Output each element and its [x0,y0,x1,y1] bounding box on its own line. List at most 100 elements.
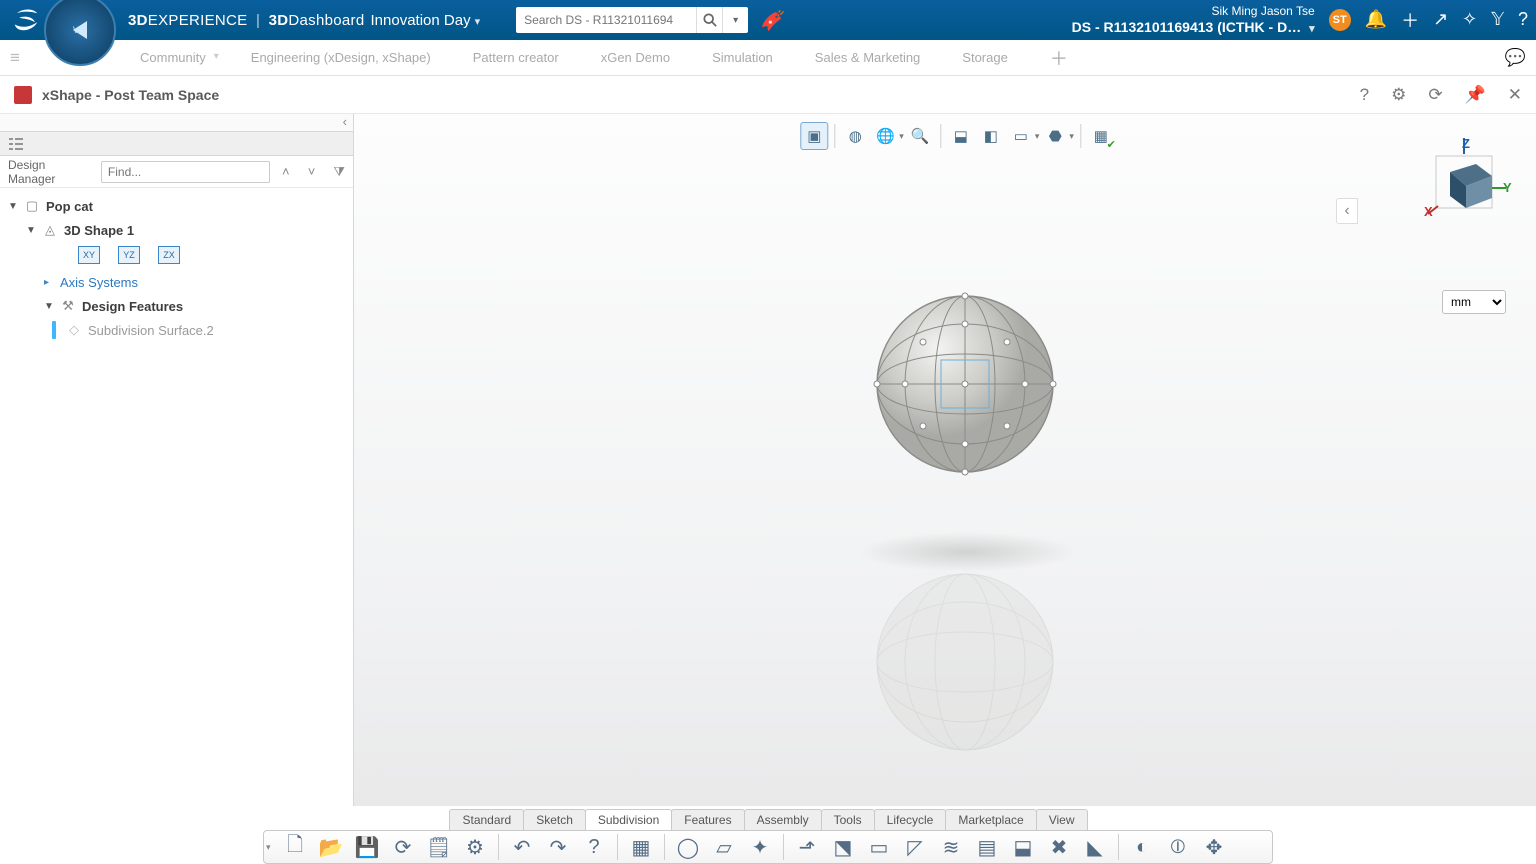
new-part-icon[interactable]: 🗋 [278,832,312,862]
bend-icon[interactable]: ⬔ [826,832,860,862]
units-dropdown[interactable]: mm [1442,290,1506,314]
tree-3dshape[interactable]: ▼ ◬ 3D Shape 1 [26,218,345,242]
panel-tree-tab-icon[interactable] [0,132,353,156]
merge-icon[interactable]: ⬓ [1006,832,1040,862]
identity-block[interactable]: Sik Ming Jason Tse DS - R1132101169413 (… [1072,4,1315,36]
widget-settings-icon[interactable]: ⚙ [1391,85,1406,105]
globe-dropdown[interactable]: ▾ [899,131,904,142]
panel-collapse-icon[interactable]: ‹ [0,114,353,132]
find-input[interactable] [101,161,270,183]
action-bar-wrap: Standard Sketch Subdivision Features Ass… [0,806,1536,864]
widget-close-icon[interactable]: ✕ [1508,85,1522,105]
fill-hole-icon[interactable]: ◣ [1078,832,1112,862]
tab-engineering[interactable]: Engineering (xDesign, xShape) [251,50,431,65]
tab-tools[interactable]: Tools [821,809,875,830]
dashboard-dropdown[interactable]: Innovation Day▾ [371,12,481,29]
right-drawer-toggle[interactable]: ‹ [1336,198,1358,224]
primitive-plane-icon[interactable]: ▱ [707,832,741,862]
plane-xy-icon[interactable]: XY [78,246,100,264]
undo-icon[interactable]: ↶ [505,832,539,862]
ds-logo-icon [8,2,44,38]
crease-icon[interactable]: ≋ [934,832,968,862]
properties-icon[interactable]: 🗒 [422,832,456,862]
help-icon[interactable]: ? [1518,9,1528,30]
avatar[interactable]: ST [1329,9,1351,31]
select-box-dropdown[interactable]: ▾ [1035,131,1040,142]
cut-icon[interactable]: ◸ [898,832,932,862]
analysis-icon[interactable]: ◐ [1125,832,1159,862]
tab-subdivision[interactable]: Subdivision [585,809,672,830]
collaborate-icon[interactable]: ✧ [1462,9,1477,30]
redo-icon[interactable]: ↷ [541,832,575,862]
widget-refresh-icon[interactable]: ⟳ [1428,85,1442,105]
find-prev-icon[interactable]: ˄ [276,164,296,179]
tab-simulation[interactable]: Simulation [712,50,773,65]
zebra-icon[interactable]: ⦶ [1161,832,1195,862]
display-mode-icon[interactable]: ⬣ [1041,122,1069,150]
tabstrip-menu-icon[interactable]: ≡ [10,48,20,68]
zoom-area-icon[interactable]: 🔍 [906,122,934,150]
view-triad-icon[interactable]: Z Y X [1406,134,1516,234]
ifwe-icon[interactable]: 𝕐 [1491,9,1504,30]
open-icon[interactable]: 📂 [314,832,348,862]
viewport[interactable]: ▣ ◍ 🌐 ▾ 🔍 ⬓ ◧ ▭ ▾ ⬣ ▾ ▦ ‹ Z Y X [354,114,1536,806]
search-icon[interactable] [696,7,722,33]
tabstrip-chat-icon[interactable]: 💬 [1505,48,1526,68]
add-icon[interactable]: ＋ [1401,7,1419,33]
design-manager-label: Design Manager [8,158,95,186]
extrude-icon[interactable]: ⬏ [790,832,824,862]
manipulator-icon[interactable]: ✥ [1197,832,1231,862]
tab-view[interactable]: View [1036,809,1088,830]
tree-design-features[interactable]: ▼ ⚒ Design Features [44,294,345,318]
plane-yz-icon[interactable]: YZ [118,246,140,264]
save-icon[interactable]: 💾 [350,832,384,862]
subdivision-sphere[interactable] [865,284,1065,484]
section-icon[interactable]: ◧ [977,122,1005,150]
globe-flat-icon[interactable]: ◍ [841,122,869,150]
share-icon[interactable]: ↗ [1433,9,1448,30]
tab-assembly[interactable]: Assembly [744,809,822,830]
fit-all-icon[interactable]: ▣ [800,122,828,150]
tree-planes: XY YZ ZX [78,246,345,264]
action-bar-expand-icon[interactable]: ▾ [266,842,276,853]
widget-help-icon[interactable]: ? [1360,85,1369,105]
primitive-box-icon[interactable]: ▦ [624,832,658,862]
select-box-icon[interactable]: ▭ [1007,122,1035,150]
delete-face-icon[interactable]: ✖ [1042,832,1076,862]
subdivide-icon[interactable]: ▤ [970,832,1004,862]
primitive-cage-icon[interactable]: ✦ [743,832,777,862]
tag-icon[interactable]: 🔖 [760,8,785,33]
find-next-icon[interactable]: ˅ [302,164,322,179]
plane-zx-icon[interactable]: ZX [158,246,180,264]
tab-sketch[interactable]: Sketch [523,809,586,830]
notifications-icon[interactable]: 🔔 [1365,9,1387,30]
globe-icon[interactable]: 🌐 [871,122,899,150]
tab-features[interactable]: Features [671,809,744,830]
tab-pattern-creator[interactable]: Pattern creator [473,50,559,65]
search-scope-dropdown[interactable]: ▾ [722,7,748,33]
tree-subdivision-surface[interactable]: ◇ Subdivision Surface.2 [52,318,345,342]
display-mode-dropdown[interactable]: ▾ [1069,131,1074,142]
add-tab-icon[interactable]: ＋ [1050,45,1068,71]
command-help-icon[interactable]: ? [577,832,611,862]
normal-to-icon[interactable]: ⬓ [947,122,975,150]
tab-xgen-demo[interactable]: xGen Demo [601,50,670,65]
tree-axis-systems[interactable]: ▸ Axis Systems [44,270,345,294]
search-input[interactable] [516,7,696,33]
options-icon[interactable]: ⚙ [458,832,492,862]
tab-storage[interactable]: Storage [962,50,1008,65]
tab-sales-marketing[interactable]: Sales & Marketing [815,50,921,65]
primitive-sphere-icon[interactable]: ◯ [671,832,705,862]
tab-community[interactable]: Community [140,50,206,65]
global-search: ▾ [516,7,748,33]
validate-icon[interactable]: ▦ [1087,122,1115,150]
bridge-icon[interactable]: ▭ [862,832,896,862]
filter-icon[interactable]: ⧩ [333,164,345,180]
update-icon[interactable]: ⟳ [386,832,420,862]
xshape-app-icon [14,86,32,104]
tab-standard[interactable]: Standard [449,809,524,830]
tab-marketplace[interactable]: Marketplace [945,809,1036,830]
widget-pin-icon[interactable]: 📌 [1465,85,1486,105]
tree-root[interactable]: ▼ ▢ Pop cat [8,194,345,218]
tab-lifecycle[interactable]: Lifecycle [874,809,947,830]
